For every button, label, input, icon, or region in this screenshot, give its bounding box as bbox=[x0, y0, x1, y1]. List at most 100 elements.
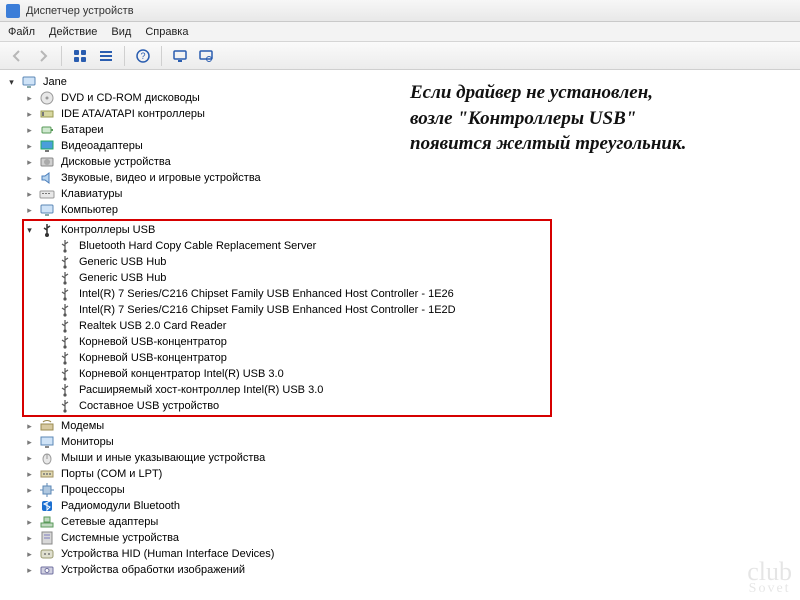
menubar: Файл Действие Вид Справка bbox=[0, 22, 800, 42]
tree-node-label: Jane bbox=[41, 74, 69, 90]
tree-node[interactable]: ▸Корневой USB-концентратор bbox=[42, 334, 550, 350]
usb-device-icon bbox=[57, 318, 73, 334]
tree-node-label: Корневой USB-концентратор bbox=[77, 350, 229, 366]
computer-icon bbox=[21, 74, 37, 90]
expand-arrow-icon[interactable]: ▸ bbox=[24, 437, 35, 448]
tree-node[interactable]: ▸Generic USB Hub bbox=[42, 270, 550, 286]
tree-node-label: Generic USB Hub bbox=[77, 270, 168, 286]
tree-node-label: Радиомодули Bluetooth bbox=[59, 498, 182, 514]
expand-arrow-icon[interactable]: ▸ bbox=[24, 469, 35, 480]
battery-icon bbox=[39, 122, 55, 138]
computer-icon bbox=[39, 202, 55, 218]
mouse-icon bbox=[39, 450, 55, 466]
device-tree-panel[interactable]: ▾ Jane ▸ DVD и CD-ROM дисководы ▸ IDE ATA/ATA… bbox=[0, 70, 800, 600]
expand-arrow-icon[interactable]: ▸ bbox=[24, 453, 35, 464]
imaging-icon bbox=[39, 562, 55, 578]
tree-node[interactable]: ▸Порты (COM и LPT) bbox=[24, 466, 800, 482]
tree-node[interactable]: ▸ Клавиатуры bbox=[24, 186, 800, 202]
tree-node-label: DVD и CD-ROM дисководы bbox=[59, 90, 202, 106]
tree-node[interactable]: ▸Корневой концентратор Intel(R) USB 3.0 bbox=[42, 366, 550, 382]
expand-arrow-icon[interactable]: ▸ bbox=[24, 173, 35, 184]
refresh-button[interactable] bbox=[195, 45, 217, 67]
back-button[interactable] bbox=[6, 45, 28, 67]
svg-text:?: ? bbox=[140, 51, 145, 61]
tree-node[interactable]: ▸Generic USB Hub bbox=[42, 254, 550, 270]
port-icon bbox=[39, 466, 55, 482]
disc-icon bbox=[39, 90, 55, 106]
tree-node[interactable]: ▸ Мониторы bbox=[24, 434, 800, 450]
tree-node-label: Bluetooth Hard Copy Cable Replacement Se… bbox=[77, 238, 318, 254]
tree-node-label: Модемы bbox=[59, 418, 106, 434]
tree-node[interactable]: ▸ Радиомодули Bluetooth bbox=[24, 498, 800, 514]
tree-node[interactable]: ▸ Модемы bbox=[24, 418, 800, 434]
usb-icon bbox=[39, 222, 55, 238]
properties-button[interactable] bbox=[95, 45, 117, 67]
usb-device-icon bbox=[57, 382, 73, 398]
toolbar: ? bbox=[0, 42, 800, 70]
keyboard-icon bbox=[39, 186, 55, 202]
expand-arrow-icon[interactable]: ▸ bbox=[24, 565, 35, 576]
tree-node-label: Intel(R) 7 Series/C216 Chipset Family US… bbox=[77, 286, 456, 302]
help-button[interactable]: ? bbox=[132, 45, 154, 67]
highlight-box: ▾Контроллеры USB▸Bluetooth Hard Copy Cab… bbox=[22, 219, 552, 417]
system-icon bbox=[39, 530, 55, 546]
tree-node-label: Дисковые устройства bbox=[59, 154, 173, 170]
scan-button[interactable] bbox=[169, 45, 191, 67]
tree-node[interactable]: ▸Звуковые, видео и игровые устройства bbox=[24, 170, 800, 186]
tree-node-label: Мониторы bbox=[59, 434, 116, 450]
menu-help[interactable]: Справка bbox=[145, 26, 188, 38]
annotation-line: появится желтый треугольник. bbox=[410, 131, 780, 157]
tree-node[interactable]: ▸Компьютер bbox=[24, 202, 800, 218]
expand-arrow-icon[interactable]: ▸ bbox=[24, 501, 35, 512]
tree-node[interactable]: ▸Intel(R) 7 Series/C216 Chipset Family U… bbox=[42, 286, 550, 302]
tree-node[interactable]: ▸Intel(R) 7 Series/C216 Chipset Family U… bbox=[42, 302, 550, 318]
tree-node[interactable]: ▸Мыши и иные указывающие устройства bbox=[24, 450, 800, 466]
forward-button[interactable] bbox=[32, 45, 54, 67]
tree-node[interactable]: ▸Расширяемый хост-контроллер Intel(R) US… bbox=[42, 382, 550, 398]
tree-node[interactable]: ▸Устройства HID (Human Interface Devices… bbox=[24, 546, 800, 562]
tree-node[interactable]: ▸Составное USB устройство bbox=[42, 398, 550, 414]
expand-arrow-icon[interactable]: ▸ bbox=[24, 517, 35, 528]
expand-arrow-icon[interactable]: ▸ bbox=[24, 109, 35, 120]
menu-action[interactable]: Действие bbox=[49, 26, 97, 38]
ide-icon bbox=[39, 106, 55, 122]
tree-node-label: Составное USB устройство bbox=[77, 398, 221, 414]
expand-arrow-icon[interactable]: ▸ bbox=[24, 533, 35, 544]
monitor-search-icon bbox=[199, 49, 213, 63]
expand-arrow-icon[interactable]: ▸ bbox=[24, 125, 35, 136]
tree-node[interactable]: ▸Системные устройства bbox=[24, 530, 800, 546]
expand-arrow-icon[interactable]: ▸ bbox=[24, 93, 35, 104]
window-title: Диспетчер устройств bbox=[26, 5, 134, 17]
tree-node-label: IDE ATA/ATAPI контроллеры bbox=[59, 106, 207, 122]
tree-node[interactable]: ▸Realtek USB 2.0 Card Reader bbox=[42, 318, 550, 334]
show-hidden-button[interactable] bbox=[69, 45, 91, 67]
tree-node-label: Расширяемый хост-контроллер Intel(R) USB… bbox=[77, 382, 325, 398]
menu-file[interactable]: Файл bbox=[8, 26, 35, 38]
expand-arrow-icon[interactable]: ▸ bbox=[24, 141, 35, 152]
collapse-arrow-icon[interactable]: ▾ bbox=[6, 77, 17, 88]
hid-icon bbox=[39, 546, 55, 562]
help-icon: ? bbox=[136, 49, 150, 63]
expand-arrow-icon[interactable]: ▸ bbox=[24, 205, 35, 216]
collapse-arrow-icon[interactable]: ▾ bbox=[24, 225, 35, 236]
tree-node-label: Видеоадаптеры bbox=[59, 138, 145, 154]
tree-node[interactable]: ▸Устройства обработки изображений bbox=[24, 562, 800, 578]
tree-node[interactable]: ▸Bluetooth Hard Copy Cable Replacement S… bbox=[42, 238, 550, 254]
tree-node[interactable]: ▸Сетевые адаптеры bbox=[24, 514, 800, 530]
expand-arrow-icon[interactable]: ▸ bbox=[24, 189, 35, 200]
expand-arrow-icon[interactable]: ▸ bbox=[24, 157, 35, 168]
usb-device-icon bbox=[57, 238, 73, 254]
menu-view[interactable]: Вид bbox=[111, 26, 131, 38]
monitor-icon bbox=[39, 434, 55, 450]
expand-arrow-icon[interactable]: ▸ bbox=[24, 485, 35, 496]
tree-node[interactable]: ▸Процессоры bbox=[24, 482, 800, 498]
tree-node-label: Generic USB Hub bbox=[77, 254, 168, 270]
annotation-text: Если драйвер не установлен, возле "Контр… bbox=[410, 80, 780, 157]
bluetooth-icon bbox=[39, 498, 55, 514]
expand-arrow-icon[interactable]: ▸ bbox=[24, 549, 35, 560]
sound-icon bbox=[39, 170, 55, 186]
tree-node-label: Клавиатуры bbox=[59, 186, 124, 202]
tree-node[interactable]: ▸Корневой USB-концентратор bbox=[42, 350, 550, 366]
expand-arrow-icon[interactable]: ▸ bbox=[24, 421, 35, 432]
tree-node[interactable]: ▾Контроллеры USB bbox=[24, 222, 550, 238]
